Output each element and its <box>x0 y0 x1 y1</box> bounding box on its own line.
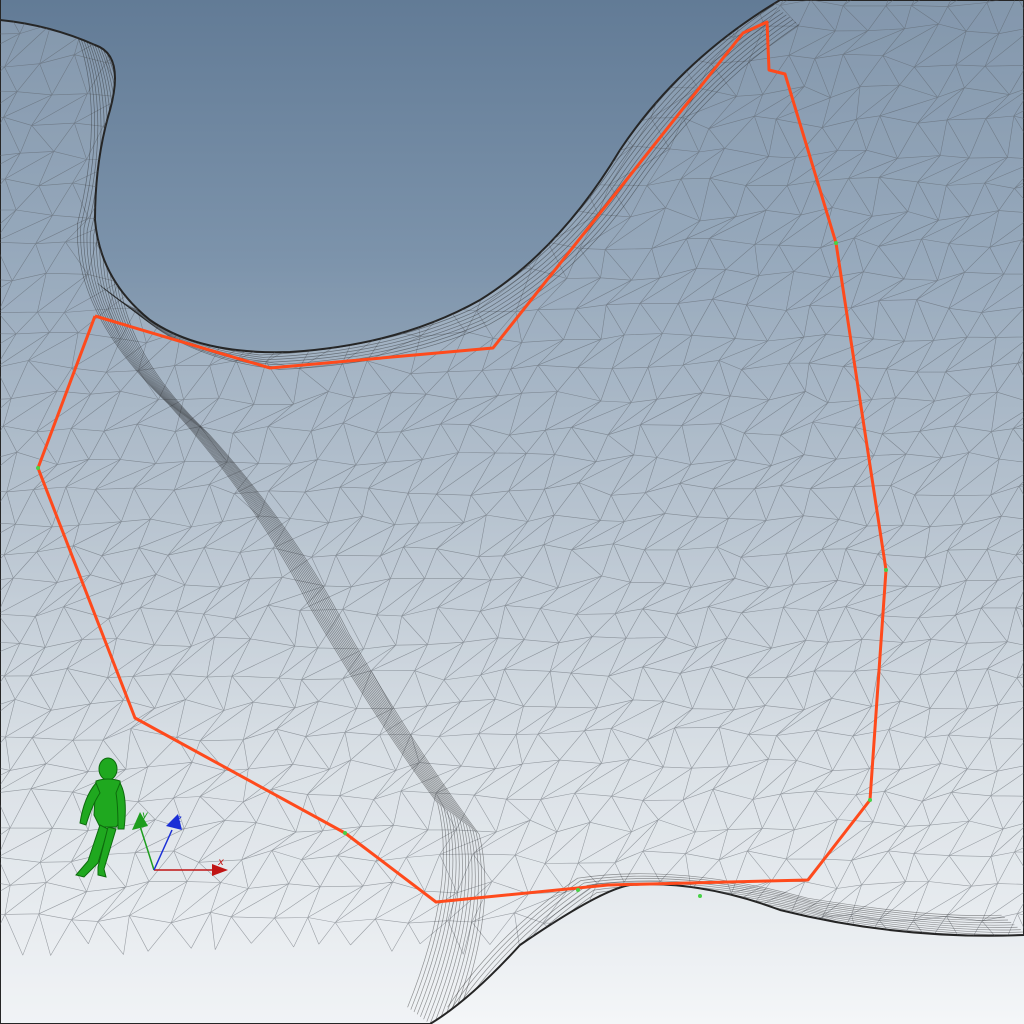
z-axis-label: z <box>175 814 182 825</box>
path-vertex-marker[interactable] <box>36 466 40 470</box>
path-vertex-marker[interactable] <box>343 831 347 835</box>
path-vertex-marker[interactable] <box>868 798 872 802</box>
path-vertex-marker[interactable] <box>884 568 888 572</box>
3d-viewport[interactable]: x y z <box>0 0 1024 1024</box>
y-axis-label: y <box>141 810 149 821</box>
surface-mesh <box>0 0 1024 1024</box>
path-vertex-marker[interactable] <box>576 888 580 892</box>
x-axis-label: x <box>217 857 224 868</box>
scene-canvas[interactable]: x y z <box>0 0 1024 1024</box>
path-vertex-marker[interactable] <box>834 241 838 245</box>
path-vertex-marker[interactable] <box>698 894 702 898</box>
